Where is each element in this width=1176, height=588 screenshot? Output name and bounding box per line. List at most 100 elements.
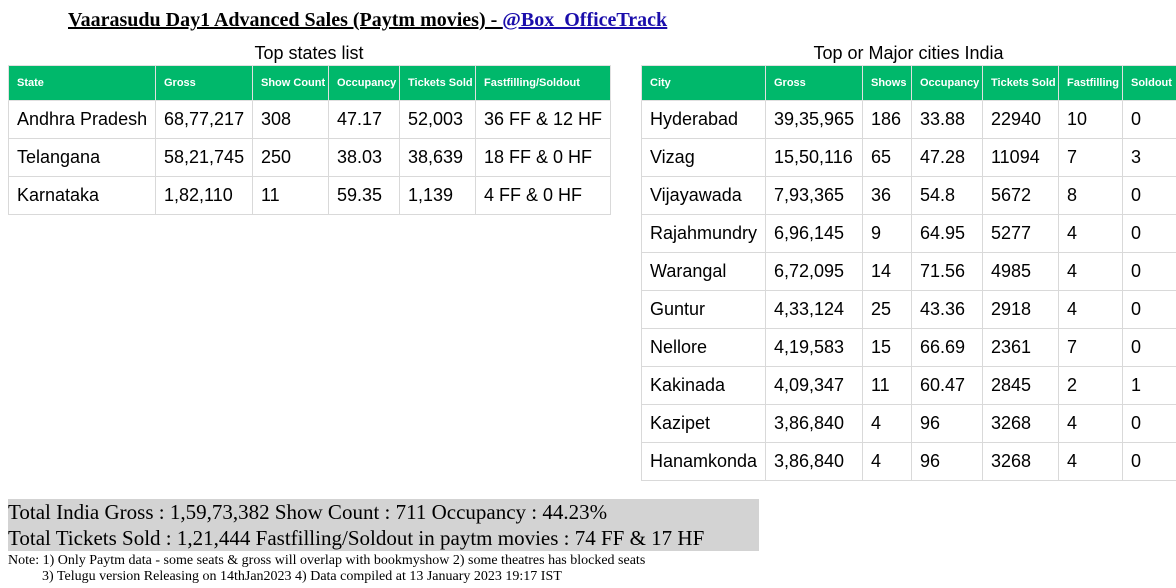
page-title: Vaarasudu Day1 Advanced Sales (Paytm mov… [68, 9, 667, 32]
col-header-tickets-sold: Tickets Sold [399, 65, 476, 101]
table-cell: 60.47 [911, 366, 983, 405]
table-cell: 11 [252, 176, 329, 215]
states-caption: Top states list [254, 43, 364, 63]
table-cell: Telangana [8, 138, 156, 177]
table-cell: 6,96,145 [765, 214, 863, 253]
table-cell: 22940 [982, 100, 1059, 139]
table-cell: 3268 [982, 404, 1059, 443]
table-cell: 2 [1058, 366, 1123, 405]
table-cell: 308 [252, 100, 329, 139]
table-cell: Andhra Pradesh [8, 100, 156, 139]
table-cell: 65 [862, 138, 912, 177]
table-cell: 4 [1058, 404, 1123, 443]
table-cell: 3,86,840 [765, 404, 863, 443]
table-row: Andhra Pradesh 68,77,217 308 47.17 52,00… [8, 100, 611, 139]
col-header-soldout: Soldout [1122, 65, 1176, 101]
table-row: Vijayawada 7,93,365 36 54.8 5672 8 0 [641, 176, 1176, 215]
table-cell: 58,21,745 [155, 138, 253, 177]
table-row: Kakinada 4,09,347 11 60.47 2845 2 1 [641, 366, 1176, 405]
table-cell: 2918 [982, 290, 1059, 329]
summary-line-tickets: Total Tickets Sold : 1,21,444 Fastfillin… [8, 526, 705, 550]
table-row: Nellore 4,19,583 15 66.69 2361 7 0 [641, 328, 1176, 367]
table-cell: 96 [911, 442, 983, 481]
table-cell: 52,003 [399, 100, 476, 139]
table-cell: Rajahmundry [641, 214, 766, 253]
table-row: Hyderabad 39,35,965 186 33.88 22940 10 0 [641, 100, 1176, 139]
col-header-tickets-sold: Tickets Sold [982, 65, 1059, 101]
table-cell: 4,09,347 [765, 366, 863, 405]
table-cell: 15 [862, 328, 912, 367]
table-cell: 9 [862, 214, 912, 253]
table-cell: 38.03 [328, 138, 400, 177]
col-header-occupancy: Occupancy [911, 65, 983, 101]
col-header-city: City [641, 65, 766, 101]
col-header-shows: Shows [862, 65, 912, 101]
table-cell: 47.28 [911, 138, 983, 177]
summary-line-gross: Total India Gross : 1,59,73,382 Show Cou… [8, 500, 608, 524]
table-cell: Guntur [641, 290, 766, 329]
table-cell: 3 [1122, 138, 1176, 177]
table-cell: 66.69 [911, 328, 983, 367]
table-row: Rajahmundry 6,96,145 9 64.95 5277 4 0 [641, 214, 1176, 253]
table-cell: Kazipet [641, 404, 766, 443]
table-cell: 4 FF & 0 HF [475, 176, 611, 215]
table-cell: 8 [1058, 176, 1123, 215]
table-cell: 4,33,124 [765, 290, 863, 329]
table-row: Vizag 15,50,116 65 47.28 11094 7 3 [641, 138, 1176, 177]
table-cell: 1 [1122, 366, 1176, 405]
table-cell: Nellore [641, 328, 766, 367]
table-cell: 3268 [982, 442, 1059, 481]
table-cell: 0 [1122, 328, 1176, 367]
table-cell: 54.8 [911, 176, 983, 215]
table-cell: Hyderabad [641, 100, 766, 139]
totals-summary: Total India Gross : 1,59,73,382 Show Cou… [8, 499, 759, 551]
table-cell: 4985 [982, 252, 1059, 291]
cities-header-row: City Gross Shows Occupancy Tickets Sold … [641, 65, 1176, 101]
table-cell: 36 [862, 176, 912, 215]
table-cell: 4 [1058, 290, 1123, 329]
table-cell: 47.17 [328, 100, 400, 139]
states-table: State Gross Show Count Occupancy Tickets… [8, 65, 611, 215]
table-cell: 186 [862, 100, 912, 139]
table-row: Warangal 6,72,095 14 71.56 4985 4 0 [641, 252, 1176, 291]
table-cell: 0 [1122, 404, 1176, 443]
states-header-row: State Gross Show Count Occupancy Tickets… [8, 65, 611, 101]
table-cell: 5277 [982, 214, 1059, 253]
table-cell: Vijayawada [641, 176, 766, 215]
footnote: Note: 1) Only Paytm data - some seats & … [8, 553, 645, 585]
table-cell: 10 [1058, 100, 1123, 139]
table-cell: 11094 [982, 138, 1059, 177]
table-cell: 0 [1122, 100, 1176, 139]
table-cell: 0 [1122, 252, 1176, 291]
table-row: Telangana 58,21,745 250 38.03 38,639 18 … [8, 138, 611, 177]
table-cell: 4,19,583 [765, 328, 863, 367]
col-header-show-count: Show Count [252, 65, 329, 101]
table-row: Kazipet 3,86,840 4 96 3268 4 0 [641, 404, 1176, 443]
table-cell: Hanamkonda [641, 442, 766, 481]
table-cell: 4 [862, 442, 912, 481]
table-cell: Vizag [641, 138, 766, 177]
table-row: Hanamkonda 3,86,840 4 96 3268 4 0 [641, 442, 1176, 481]
table-cell: 68,77,217 [155, 100, 253, 139]
table-cell: 0 [1122, 290, 1176, 329]
table-cell: 0 [1122, 442, 1176, 481]
col-header-fastfilling: Fastfilling [1058, 65, 1123, 101]
table-cell: 36 FF & 12 HF [475, 100, 611, 139]
col-header-gross: Gross [765, 65, 863, 101]
table-cell: 25 [862, 290, 912, 329]
cities-caption: Top or Major cities India [813, 43, 1004, 63]
table-row: Karnataka 1,82,110 11 59.35 1,139 4 FF &… [8, 176, 611, 215]
table-cell: 7,93,365 [765, 176, 863, 215]
title-text: Vaarasudu Day1 Advanced Sales (Paytm mov… [68, 9, 503, 31]
table-cell: 1,82,110 [155, 176, 253, 215]
table-cell: 4 [1058, 252, 1123, 291]
table-cell: 7 [1058, 328, 1123, 367]
table-cell: Kakinada [641, 366, 766, 405]
table-cell: 5672 [982, 176, 1059, 215]
cities-table: City Gross Shows Occupancy Tickets Sold … [641, 65, 1176, 481]
table-cell: 15,50,116 [765, 138, 863, 177]
table-cell: 14 [862, 252, 912, 291]
note-line-2: 3) Telugu version Releasing on 14thJan20… [42, 569, 562, 584]
twitter-handle-link[interactable]: @Box_OfficeTrack [502, 9, 667, 31]
table-cell: 2845 [982, 366, 1059, 405]
